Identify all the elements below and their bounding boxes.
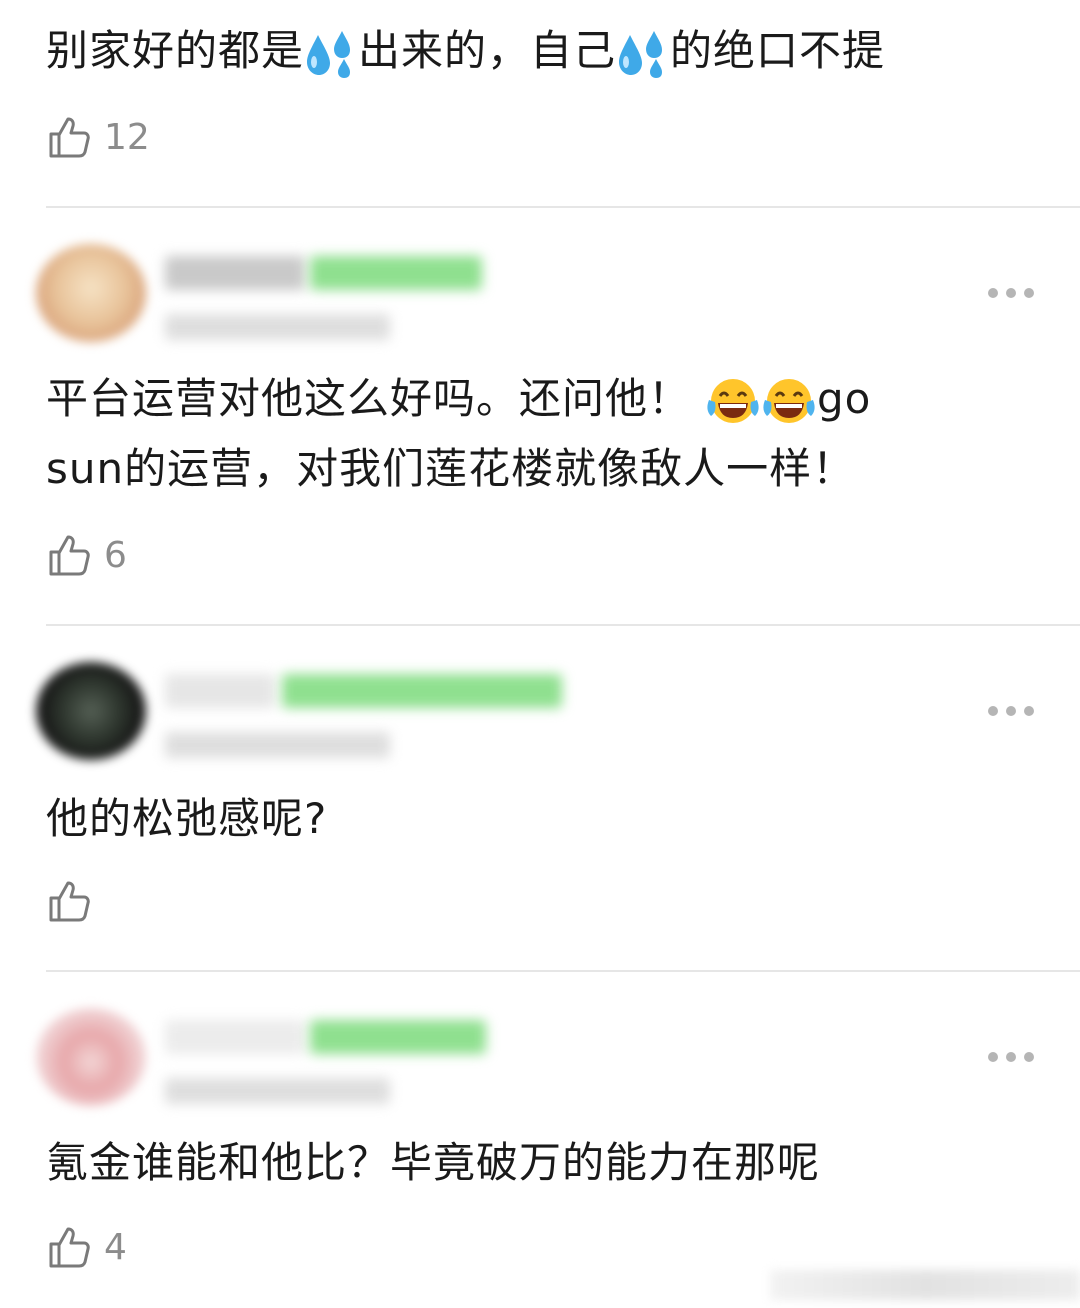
more-dots-icon[interactable] bbox=[988, 287, 1034, 299]
thumbs-up-icon bbox=[46, 532, 92, 578]
tears-of-joy-emoji bbox=[761, 376, 817, 428]
thumbs-up-icon bbox=[46, 114, 92, 160]
comment-list: 别家好的都是 出来的，自己 的绝口不提 12 平台运营对他这么好吗。还问他！ g… bbox=[0, 0, 1080, 1308]
watermark bbox=[770, 1270, 1080, 1300]
sweat-drops-emoji bbox=[304, 29, 358, 79]
divider bbox=[46, 624, 1080, 626]
like-button[interactable]: 4 bbox=[46, 1224, 127, 1270]
user-badge bbox=[310, 1020, 486, 1054]
like-button[interactable] bbox=[46, 878, 104, 924]
comment-meta bbox=[165, 1078, 390, 1104]
like-count: 12 bbox=[104, 116, 150, 158]
username[interactable] bbox=[165, 256, 305, 290]
comment-text: 别家好的都是 出来的，自己 的绝口不提 bbox=[46, 16, 1046, 86]
comment-text: 氪金谁能和他比？毕竟破万的能力在那呢 bbox=[46, 1138, 821, 1187]
like-button[interactable]: 12 bbox=[46, 114, 150, 160]
divider bbox=[46, 206, 1080, 208]
username[interactable] bbox=[165, 1020, 305, 1054]
comment-text: 他的松弛感呢? bbox=[46, 794, 328, 843]
like-count: 6 bbox=[104, 534, 127, 576]
avatar[interactable] bbox=[36, 1008, 146, 1106]
like-button[interactable]: 6 bbox=[46, 532, 127, 578]
user-badge bbox=[310, 256, 482, 290]
comment-meta bbox=[165, 314, 390, 340]
divider bbox=[46, 970, 1080, 972]
username[interactable] bbox=[165, 674, 275, 708]
like-count: 4 bbox=[104, 1226, 127, 1268]
sweat-drops-emoji bbox=[616, 29, 670, 79]
more-dots-icon[interactable] bbox=[988, 1051, 1034, 1063]
avatar[interactable] bbox=[36, 244, 146, 342]
more-dots-icon[interactable] bbox=[988, 705, 1034, 717]
tears-of-joy-emoji bbox=[705, 376, 761, 428]
comment-text: 平台运营对他这么好吗。还问他！ go sun的运营，对我们莲花楼就像敌人一样！ bbox=[46, 374, 872, 493]
comment-meta bbox=[165, 732, 390, 758]
thumbs-up-icon bbox=[46, 878, 92, 924]
user-badge bbox=[282, 674, 562, 708]
avatar[interactable] bbox=[36, 662, 146, 760]
thumbs-up-icon bbox=[46, 1224, 92, 1270]
